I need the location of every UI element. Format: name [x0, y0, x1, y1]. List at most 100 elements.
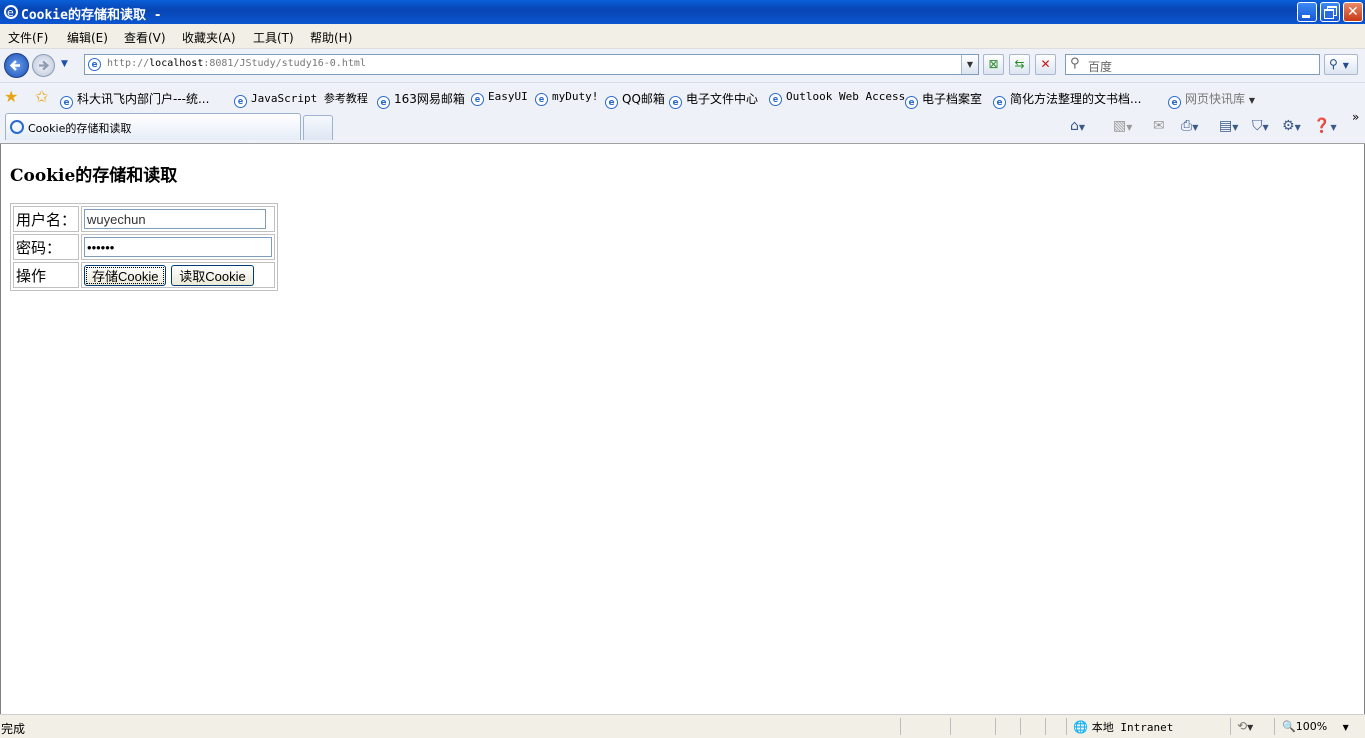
tab-active[interactable]: Cookie的存储和读取 [5, 113, 301, 140]
chevron-down-icon: ▼ [1248, 96, 1255, 105]
address-url: http://localhost:8081/JStudy/study16-0.h… [107, 58, 366, 69]
favorite-link[interactable]: e EasyUI [471, 90, 528, 106]
status-divider [1066, 718, 1067, 735]
chevron-more-icon[interactable]: » [1352, 110, 1359, 124]
window-title-bar: e Cookie的存储和读取 - ✕ [0, 0, 1365, 24]
compatibility-view-button[interactable]: ⊠ [983, 54, 1004, 75]
navigation-bar: ▼ e http://localhost:8081/JStudy/study16… [0, 49, 1365, 82]
svg-text:e: e [7, 6, 14, 19]
store-cookie-button[interactable]: 存储Cookie [84, 264, 167, 286]
favorite-link[interactable]: e 电子档案室 [905, 90, 982, 109]
ie-page-icon: e [234, 95, 247, 108]
zone-label: 本地 Intranet [1091, 721, 1174, 734]
favorite-link[interactable]: e QQ邮箱 [605, 90, 665, 109]
favorite-link[interactable]: e Outlook Web Access [769, 90, 905, 106]
print-icon[interactable]: ⎙▼ [1181, 118, 1198, 134]
page-icon: e [88, 58, 101, 71]
menu-tools[interactable]: 工具(T) [253, 29, 294, 46]
status-divider [950, 718, 951, 735]
page-heading: Cookie的存储和读取 [10, 166, 178, 186]
refresh-button[interactable]: ⇆ [1009, 54, 1030, 75]
username-label: 用户名： [13, 206, 80, 232]
status-divider [1230, 718, 1231, 735]
home-icon[interactable]: ⌂▼ [1070, 118, 1085, 134]
favorite-link[interactable]: e 简化方法整理的文书档... [993, 90, 1141, 109]
ie-tab-icon [10, 120, 24, 134]
feeds-icon[interactable]: ▧▼ [1113, 118, 1132, 134]
favorite-link[interactable]: e 163网易邮箱 [377, 90, 465, 109]
favorites-star-icon[interactable]: ★ [4, 87, 18, 106]
web-slice-gallery-link[interactable]: e 网页快讯库 ▼ [1168, 90, 1255, 109]
ie-page-icon: e [1168, 96, 1181, 109]
zoom-icon: 🔍 [1282, 720, 1296, 733]
globe-icon: 🌐 [1073, 720, 1088, 734]
menu-view[interactable]: 查看(V) [124, 29, 166, 46]
table-row: 密码： [13, 234, 276, 260]
ie-logo-icon: e [4, 5, 18, 19]
gear-icon[interactable]: ⚙▼ [1282, 118, 1301, 134]
menu-favorites[interactable]: 收藏夹(A) [182, 29, 236, 46]
menu-help[interactable]: 帮助(H) [310, 29, 352, 46]
new-tab-button[interactable] [303, 115, 333, 140]
table-row: 用户名： [13, 206, 276, 232]
password-cell [81, 234, 276, 260]
status-divider [1045, 718, 1046, 735]
search-box[interactable]: ⚲ 百度 [1065, 54, 1320, 75]
add-to-favorites-bar-icon[interactable]: ✩ [35, 87, 48, 106]
back-button[interactable] [4, 53, 29, 78]
password-label: 密码： [13, 234, 80, 260]
favorite-link[interactable]: e 科大讯飞内部门户---统... [60, 90, 209, 109]
tab-row: Cookie的存储和读取 ⌂▼ ▧▼ ✉ ⎙▼ ▤▼ ⛉▼ ⚙▼ ❓▼ » [0, 110, 1365, 144]
close-window-button[interactable]: ✕ [1343, 2, 1363, 22]
minimize-button[interactable] [1297, 2, 1317, 22]
forward-button[interactable] [32, 54, 55, 77]
status-divider [995, 718, 996, 735]
favorite-link[interactable]: e myDuty! [535, 90, 598, 106]
chevron-down-icon: ▼ [1342, 723, 1349, 732]
ie-page-icon: e [60, 96, 73, 109]
stop-button[interactable]: ✕ [1035, 54, 1056, 75]
security-zone[interactable]: 🌐 本地 Intranet [1073, 719, 1173, 735]
restore-button[interactable] [1320, 2, 1340, 22]
zoom-level[interactable]: 🔍100% ▼ [1282, 720, 1349, 733]
search-placeholder: 百度 [1088, 60, 1113, 74]
help-icon[interactable]: ❓▼ [1313, 118, 1337, 134]
ie-page-icon: e [993, 96, 1006, 109]
address-dropdown-button[interactable]: ▼ [961, 55, 978, 74]
tab-label: Cookie的存储和读取 [28, 122, 132, 135]
menu-bar: 文件(F) 编辑(E) 查看(V) 收藏夹(A) 工具(T) 帮助(H) [0, 24, 1365, 49]
protected-mode-icon[interactable]: ⟲▼ [1237, 719, 1253, 733]
page-menu-icon[interactable]: ▤▼ [1219, 118, 1238, 134]
window-title: Cookie的存储和读取 - [21, 8, 162, 23]
table-row: 操作 存储Cookie 读取Cookie [13, 262, 276, 288]
ie-page-icon: e [669, 96, 682, 109]
status-divider [900, 718, 901, 735]
page-content: Cookie的存储和读取 用户名： 密码： 操作 存储Cookie 读取Cook… [0, 144, 1365, 714]
recent-pages-dropdown-icon[interactable]: ▼ [61, 59, 68, 69]
arrow-right-icon [39, 60, 50, 71]
ie-page-icon: e [769, 93, 782, 106]
ie-page-icon: e [377, 96, 390, 109]
zoom-label: 100% [1295, 720, 1328, 733]
menu-file[interactable]: 文件(F) [8, 29, 48, 46]
menu-edit[interactable]: 编辑(E) [67, 29, 108, 46]
status-divider [1020, 718, 1021, 735]
safety-menu-icon[interactable]: ⛉▼ [1252, 118, 1269, 134]
status-text: 完成 [1, 722, 26, 736]
favorites-bar: ★ ✩ e 科大讯飞内部门户---统... e JavaScript 参考教程 e1… [0, 82, 1365, 110]
status-bar: 完成 🌐 本地 Intranet ⟲▼ 🔍100% ▼ [0, 714, 1365, 738]
favorite-link[interactable]: e 电子文件中心 [669, 90, 758, 109]
ie-page-icon: e [905, 96, 918, 109]
cookie-form: 用户名： 密码： 操作 存储Cookie 读取Cookie [10, 203, 279, 291]
address-bar[interactable]: e http://localhost:8081/JStudy/study16-0… [84, 54, 979, 75]
mail-icon[interactable]: ✉ [1153, 118, 1165, 134]
password-input[interactable] [84, 237, 273, 257]
username-input[interactable] [84, 209, 267, 229]
read-cookie-button[interactable]: 读取Cookie [171, 264, 254, 286]
ie-page-icon: e [535, 93, 548, 106]
favorite-link[interactable]: e JavaScript 参考教程 [234, 90, 368, 108]
ie-page-icon: e [471, 93, 484, 106]
arrow-left-icon [9, 60, 20, 71]
status-divider [1274, 718, 1275, 735]
search-button[interactable]: ⚲ ▼ [1324, 54, 1358, 75]
